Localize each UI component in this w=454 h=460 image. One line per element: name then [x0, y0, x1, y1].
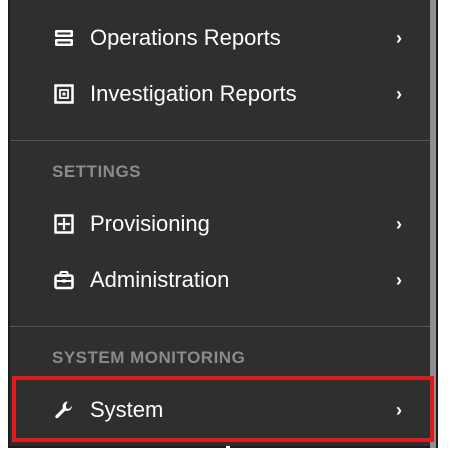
menu-item-label: Operations Reports — [90, 25, 281, 50]
briefcase-icon — [52, 268, 76, 292]
menu-item-label: Provisioning — [90, 211, 210, 236]
menu-item-label: Investigation Reports — [90, 81, 297, 106]
wrench-icon — [52, 398, 76, 422]
chevron-right-icon: › — [396, 399, 402, 420]
grid-plus-icon — [52, 212, 76, 236]
resize-handle — [226, 446, 230, 450]
divider — [10, 326, 430, 327]
chevron-right-icon: › — [396, 27, 402, 48]
server-icon — [52, 26, 76, 50]
menu-item-investigation-reports[interactable]: Investigation Reports › — [10, 66, 430, 122]
menu-item-operations-reports[interactable]: Operations Reports › — [10, 10, 430, 66]
menu-item-system[interactable]: System › — [10, 382, 430, 438]
chevron-right-icon: › — [396, 83, 402, 104]
divider — [10, 140, 430, 141]
menu-item-label: Administration — [90, 267, 230, 292]
menu-item-label: System — [90, 397, 164, 422]
navigation-menu: Operations Reports › Investigation Repor… — [8, 0, 438, 448]
menu-item-administration[interactable]: Administration › — [10, 252, 430, 308]
section-header-system-monitoring: SYSTEM MONITORING — [52, 348, 246, 367]
section-header-settings: SETTINGS — [52, 162, 142, 181]
chevron-right-icon: › — [396, 213, 402, 234]
report-icon — [52, 82, 76, 106]
chevron-right-icon: › — [396, 269, 402, 290]
menu-item-provisioning[interactable]: Provisioning › — [10, 196, 430, 252]
scrollbar[interactable] — [430, 0, 436, 448]
